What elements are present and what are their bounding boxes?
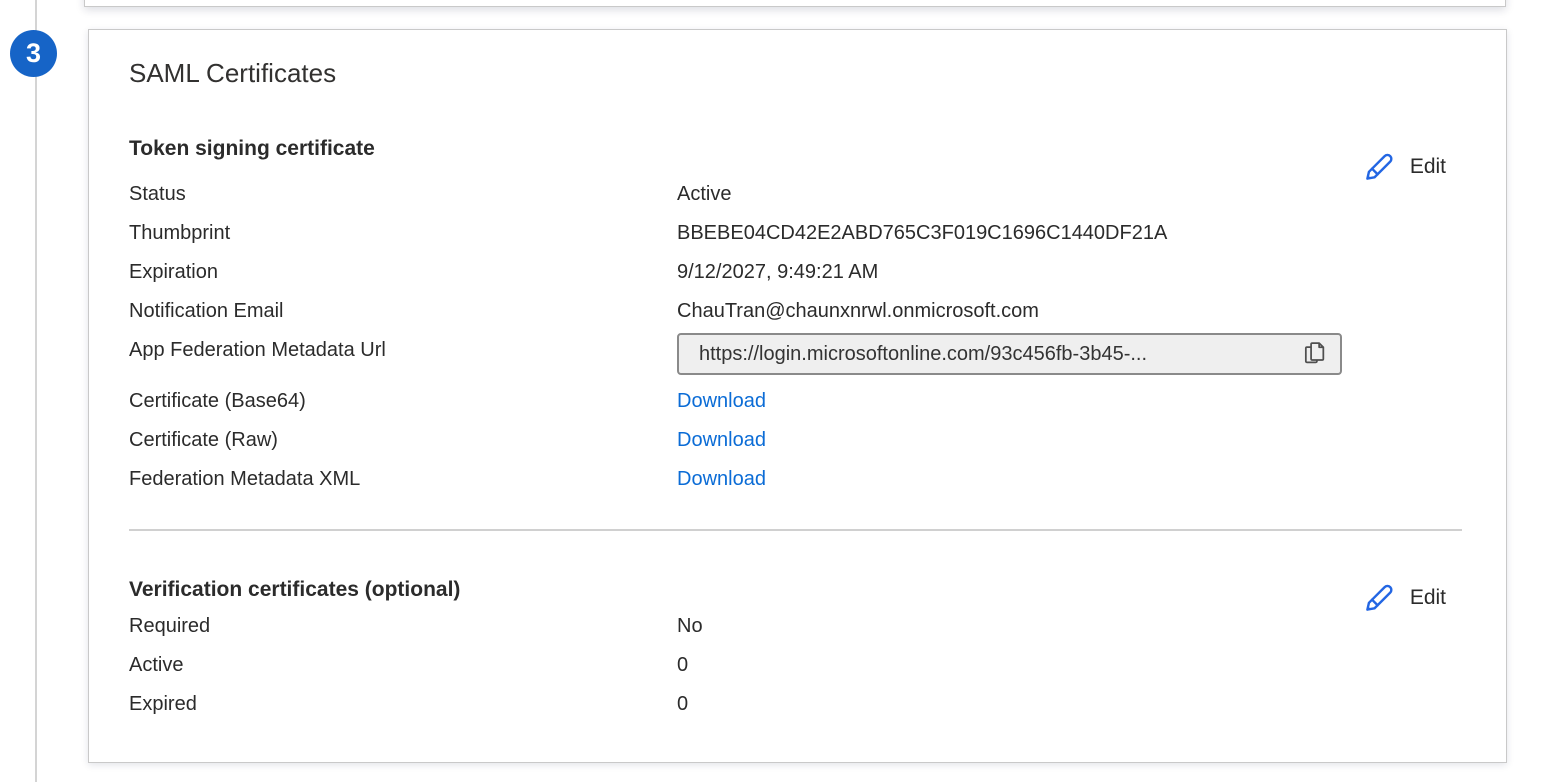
status-row: Status Active xyxy=(129,175,1462,214)
notification-email-label: Notification Email xyxy=(129,292,677,331)
pencil-icon xyxy=(1362,581,1396,615)
expired-label: Expired xyxy=(129,685,677,724)
copy-icon xyxy=(1300,338,1328,371)
status-label: Status xyxy=(129,175,677,214)
federation-xml-label: Federation Metadata XML xyxy=(129,460,677,499)
expiration-label: Expiration xyxy=(129,253,677,292)
verification-section: Verification certificates (optional) Edi… xyxy=(129,578,1462,724)
metadata-url-box[interactable]: https://login.microsoftonline.com/93c456… xyxy=(677,333,1342,375)
step-number: 3 xyxy=(26,38,41,69)
thumbprint-value: BBEBE04CD42E2ABD765C3F019C1696C1440DF21A xyxy=(677,214,1462,253)
card-title: SAML Certificates xyxy=(129,30,1462,89)
section-divider xyxy=(129,529,1462,531)
required-row: Required No xyxy=(129,607,1462,646)
cert-base64-download-link[interactable]: Download xyxy=(677,382,1462,421)
token-signing-section: Token signing certificate Edit Status Ac… xyxy=(129,137,1462,499)
active-row: Active 0 xyxy=(129,646,1462,685)
edit-label: Edit xyxy=(1410,586,1446,610)
token-signing-rows: Status Active Thumbprint BBEBE04CD42E2AB… xyxy=(129,175,1462,499)
cert-raw-label: Certificate (Raw) xyxy=(129,421,677,460)
edit-token-signing-button[interactable]: Edit xyxy=(1362,150,1446,184)
cert-base64-label: Certificate (Base64) xyxy=(129,382,677,421)
edit-verification-button[interactable]: Edit xyxy=(1362,581,1446,615)
expiration-row: Expiration 9/12/2027, 9:49:21 AM xyxy=(129,253,1462,292)
cert-raw-row: Certificate (Raw) Download xyxy=(129,421,1462,460)
download-rows: Certificate (Base64) Download Certificat… xyxy=(129,382,1462,499)
step-number-badge: 3 xyxy=(10,30,57,77)
status-value: Active xyxy=(677,175,1462,214)
verification-rows: Required No Active 0 Expired 0 xyxy=(129,607,1462,724)
notification-email-row: Notification Email ChauTran@chaunxnrwl.o… xyxy=(129,292,1462,331)
required-label: Required xyxy=(129,607,677,646)
required-value: No xyxy=(677,607,1462,646)
verification-heading: Verification certificates (optional) xyxy=(129,578,1462,602)
active-value: 0 xyxy=(677,646,1462,685)
cert-base64-row: Certificate (Base64) Download xyxy=(129,382,1462,421)
thumbprint-label: Thumbprint xyxy=(129,214,677,253)
expired-value: 0 xyxy=(677,685,1462,724)
metadata-url-row: App Federation Metadata Url https://logi… xyxy=(129,331,1462,375)
federation-xml-row: Federation Metadata XML Download xyxy=(129,460,1462,499)
pencil-icon xyxy=(1362,150,1396,184)
cert-raw-download-link[interactable]: Download xyxy=(677,421,1462,460)
notification-email-value: ChauTran@chaunxnrwl.onmicrosoft.com xyxy=(677,292,1462,331)
expired-row: Expired 0 xyxy=(129,685,1462,724)
federation-xml-download-link[interactable]: Download xyxy=(677,460,1462,499)
previous-step-card-edge xyxy=(84,0,1506,7)
copy-button[interactable] xyxy=(1298,338,1330,371)
saml-certificates-card: SAML Certificates Token signing certific… xyxy=(88,29,1507,763)
expiration-value: 9/12/2027, 9:49:21 AM xyxy=(677,253,1462,292)
metadata-url-value: https://login.microsoftonline.com/93c456… xyxy=(699,335,1298,374)
active-label: Active xyxy=(129,646,677,685)
edit-label: Edit xyxy=(1410,155,1446,179)
thumbprint-row: Thumbprint BBEBE04CD42E2ABD765C3F019C169… xyxy=(129,214,1462,253)
metadata-url-label: App Federation Metadata Url xyxy=(129,331,677,370)
token-signing-heading: Token signing certificate xyxy=(129,137,1462,161)
timeline-connector xyxy=(35,0,37,782)
